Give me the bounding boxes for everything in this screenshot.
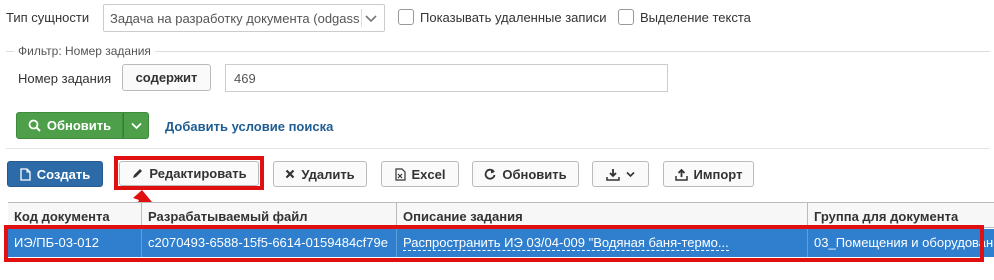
entity-type-label: Тип сущности <box>6 10 90 25</box>
refresh-label: Обновить <box>502 166 567 182</box>
row-highlight-box <box>4 225 984 262</box>
column-header-doc-code[interactable]: Код документа <box>8 203 142 227</box>
filter-legend: Фильтр: Номер задания <box>14 44 155 58</box>
search-refresh-button[interactable]: Обновить <box>16 112 123 139</box>
search-icon <box>28 119 41 132</box>
excel-label: Excel <box>411 166 446 182</box>
edit-button[interactable]: Редактировать <box>119 161 259 186</box>
refresh-button[interactable]: Обновить <box>472 161 579 187</box>
delete-label: Удалить <box>301 166 355 182</box>
section-divider <box>6 148 990 149</box>
new-document-icon <box>20 167 31 181</box>
edit-label: Редактировать <box>149 166 247 181</box>
download-icon <box>606 168 620 181</box>
import-button[interactable]: Импорт <box>663 161 754 187</box>
refresh-dropdown-toggle[interactable] <box>123 112 149 139</box>
search-refresh-label: Обновить <box>46 118 112 133</box>
download-dropdown-button[interactable] <box>592 161 649 187</box>
filter-field-label: Номер задания <box>18 71 112 86</box>
upload-icon <box>674 168 688 181</box>
operator-contains-button[interactable]: содержит <box>122 64 211 91</box>
chevron-down-icon <box>626 171 635 177</box>
task-number-input[interactable]: 469 <box>225 64 668 92</box>
entity-type-value: Задача на разработку документа (odgass <box>110 11 360 26</box>
show-deleted-label: Показывать удаленные записи <box>420 10 607 25</box>
import-label: Импорт <box>693 166 743 182</box>
chevron-down-icon <box>365 15 377 23</box>
column-header-description[interactable]: Описание задания <box>397 203 808 227</box>
add-search-condition-link[interactable]: Добавить условие поиска <box>165 119 333 134</box>
create-button[interactable]: Создать <box>7 161 103 187</box>
delete-button[interactable]: Удалить <box>273 161 367 187</box>
show-deleted-checkbox[interactable] <box>398 9 414 25</box>
close-icon <box>286 169 295 179</box>
chevron-down-icon <box>130 122 142 129</box>
refresh-icon <box>485 168 496 180</box>
text-selection-checkbox[interactable] <box>618 9 634 25</box>
pencil-icon <box>133 168 143 178</box>
column-header-file[interactable]: Разрабатываемый файл <box>142 203 397 227</box>
excel-export-button[interactable]: Excel <box>381 161 459 187</box>
text-selection-label: Выделение текста <box>640 10 751 25</box>
column-header-group[interactable]: Группа для документа <box>808 203 994 227</box>
excel-file-icon <box>394 167 406 181</box>
entity-type-select[interactable]: Задача на разработку документа (odgass <box>103 4 385 32</box>
create-label: Создать <box>36 166 91 182</box>
